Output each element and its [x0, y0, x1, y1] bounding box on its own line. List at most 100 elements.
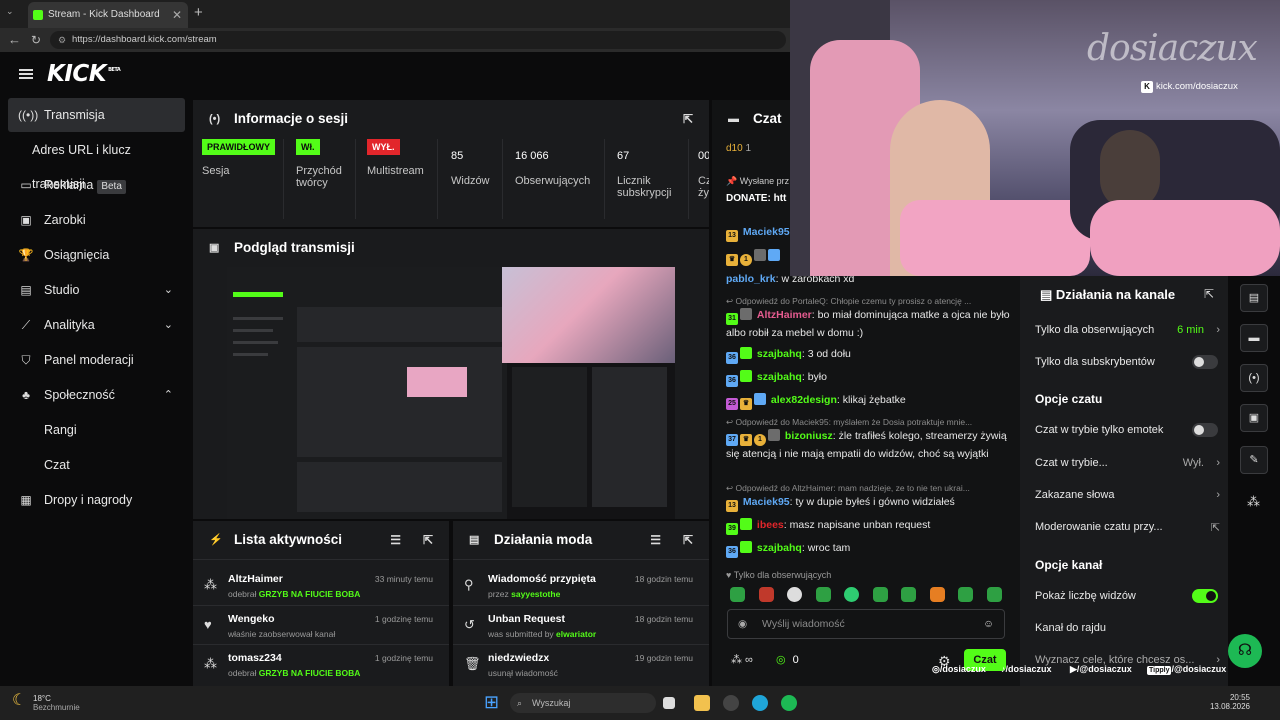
- headset-icon[interactable]: ☊: [1228, 634, 1262, 668]
- reload-icon[interactable]: ↻: [31, 33, 41, 47]
- top-gifter[interactable]: d10 1: [726, 143, 751, 154]
- mod-action-row[interactable]: ↺ Unban Request 18 godzin temu was submi…: [453, 609, 709, 647]
- popout-icon[interactable]: ⇱: [1204, 287, 1214, 301]
- emotes-only-toggle[interactable]: [1192, 423, 1218, 437]
- site-info-icon[interactable]: ⚙: [58, 31, 66, 49]
- chat-message-input[interactable]: ◉ Wyślij wiadomość ☺: [727, 609, 1005, 639]
- chat-username[interactable]: Maciek95: [743, 226, 790, 238]
- chat-username[interactable]: szajbahq: [757, 371, 802, 383]
- weather-widget[interactable]: 18°C Bezchmurnie: [33, 694, 80, 712]
- sidebar-item-rangi[interactable]: Rangi: [8, 413, 185, 447]
- back-icon[interactable]: ←: [8, 32, 21, 47]
- drop-icon[interactable]: ⁂ ∞: [731, 654, 753, 666]
- emote-icon[interactable]: [930, 587, 945, 602]
- chat-settings-icon[interactable]: ◉: [738, 610, 747, 638]
- sidebar-item-osiagniecia[interactable]: 🏆 Osiągnięcia: [8, 238, 185, 272]
- chat-message[interactable]: 39 ibees: masz napisane unban request: [726, 517, 1016, 535]
- emote-icon[interactable]: [873, 587, 888, 602]
- mod-action-row[interactable]: ⚲ Wiadomość przypięta 18 godzin temu prz…: [453, 569, 709, 607]
- spotify-icon[interactable]: [781, 695, 797, 711]
- subs-only-setting[interactable]: Tylko dla subskrybentów: [1035, 355, 1220, 369]
- chat-username[interactable]: szajbahq: [757, 348, 802, 360]
- sidebar-item-studio[interactable]: ▤ Studio ⌄: [8, 273, 185, 307]
- show-viewers-setting[interactable]: Pokaż liczbę widzów: [1035, 589, 1220, 603]
- mod-action-row[interactable]: 🗑 niedzwiedzx 19 godzin temu usunął wiad…: [453, 648, 709, 686]
- chat-bubble-icon[interactable]: ▬: [1240, 324, 1268, 352]
- sidebar-item-czat[interactable]: Czat: [8, 448, 185, 482]
- show-viewers-toggle[interactable]: [1192, 589, 1218, 603]
- chat-username[interactable]: pablo_krk: [726, 273, 776, 285]
- chat-message[interactable]: 36 szajbahq: było: [726, 369, 1016, 387]
- sidebar-item-reklama[interactable]: ▭ Reklama Beta: [8, 168, 185, 202]
- chat-message[interactable]: 36 szajbahq: 3 od dołu: [726, 346, 1016, 364]
- chat-message[interactable]: 37 ♛ 1 bizoniusz: żle trafiłeś kolego, str…: [726, 428, 1016, 462]
- file-explorer-icon[interactable]: [694, 695, 710, 711]
- emote-icon[interactable]: [759, 587, 774, 602]
- emote-icon[interactable]: [787, 587, 802, 602]
- sidebar-item-spolecznosc[interactable]: ♣ Społeczność ⌃: [8, 378, 185, 412]
- windows-start-icon[interactable]: ⊞: [484, 692, 499, 713]
- emote-icon[interactable]: [958, 587, 973, 602]
- app-icon[interactable]: [723, 695, 739, 711]
- popout-icon[interactable]: ⇱: [683, 100, 693, 138]
- chat-username[interactable]: ibees: [757, 519, 784, 531]
- address-bar[interactable]: ⚙ https://dashboard.kick.com/stream: [50, 31, 786, 49]
- chat-message[interactable]: 31 AltzHaimer: bo miał dominująca matke …: [726, 307, 1016, 341]
- activity-row[interactable]: ⁂ tomasz234 1 godzinę temu odebrał GRZYB…: [193, 648, 449, 686]
- emote-icon[interactable]: [901, 587, 916, 602]
- banned-words-setting[interactable]: Zakazane słowa ›: [1035, 489, 1220, 501]
- popout-icon[interactable]: ⇱: [683, 521, 693, 559]
- chat-message[interactable]: 13 Maciek95: ty w dupie byłeś i gówno wi…: [726, 494, 1016, 512]
- chat-message[interactable]: 36 szajbahq: wroc tam: [726, 540, 1016, 558]
- reply-context[interactable]: ↩ Odpowiedź do AltzHaimer: mam nadzieje,…: [726, 483, 1016, 494]
- chat-username[interactable]: bizoniusz: [785, 430, 833, 442]
- sidebar-item-zarobki[interactable]: ▣ Zarobki: [8, 203, 185, 237]
- sidebar-item-panel-moderacji[interactable]: ⛉ Panel moderacji: [8, 343, 185, 377]
- sidebar-item-stream-key[interactable]: Adres URL i klucz transmisji: [8, 133, 185, 191]
- reply-context[interactable]: ↩ Odpowiedź do Maciek95: myślałem że Dos…: [726, 417, 1016, 428]
- browser-tab[interactable]: Stream - Kick Dashboard ✕: [28, 2, 188, 28]
- menu-icon[interactable]: [19, 69, 33, 79]
- kick-points-icon[interactable]: ◎: [776, 654, 786, 666]
- activity-row[interactable]: ⁂ AltzHaimer 33 minuty temu odebrał GRZY…: [193, 569, 449, 607]
- edge-icon[interactable]: [752, 695, 768, 711]
- reply-context[interactable]: ↩ Odpowiedź do PortaleQ: Chłopie czemu t…: [726, 296, 1016, 307]
- stream-preview-video[interactable]: [227, 267, 675, 519]
- chat-message[interactable]: 13 Maciek95: [726, 226, 790, 242]
- close-tab-icon[interactable]: ✕: [172, 2, 182, 28]
- chat-username[interactable]: AltzHaimer: [757, 309, 812, 321]
- emote-icon[interactable]: [987, 587, 1002, 602]
- tab-list-chevron-icon[interactable]: ⌄: [6, 6, 14, 17]
- drop-icon[interactable]: ⁂: [1247, 494, 1260, 510]
- emotes-only-setting[interactable]: Czat w trybie tylko emotek: [1035, 423, 1220, 437]
- task-view-icon[interactable]: [663, 697, 675, 709]
- chat-username[interactable]: szajbahq: [757, 542, 802, 554]
- popout-icon[interactable]: ⇱: [423, 521, 433, 559]
- chat-username[interactable]: Maciek95: [743, 496, 790, 508]
- chat-username[interactable]: alex82design: [771, 394, 837, 406]
- emote-icon[interactable]: [730, 587, 745, 602]
- chat-message[interactable]: 25 ♛ alex82design: klikaj żębatke: [726, 392, 1016, 410]
- pinned-message[interactable]: 📌 Wysłane prz DONATE: htt: [726, 176, 789, 204]
- sidebar-item-analityka[interactable]: ⟋ Analityka ⌄: [8, 308, 185, 342]
- subs-only-toggle[interactable]: [1192, 355, 1218, 369]
- studio-icon[interactable]: ▣: [1240, 404, 1268, 432]
- emote-icon[interactable]: [816, 587, 831, 602]
- raid-setting[interactable]: Kanał do rajdu: [1035, 622, 1220, 634]
- taskbar-search[interactable]: ⌕ Wyszukaj: [510, 693, 656, 713]
- chat-mode-setting[interactable]: Czat w trybie... Wył. ›: [1035, 457, 1220, 469]
- weather-icon[interactable]: ☾: [12, 690, 26, 710]
- kick-logo[interactable]: KICK BETA: [47, 61, 121, 87]
- filter-icon[interactable]: ☰: [390, 521, 401, 559]
- moderation-setting[interactable]: Moderowanie czatu przy... ⇱: [1035, 521, 1220, 534]
- clipboard-icon[interactable]: ▤: [1240, 284, 1268, 312]
- activity-row[interactable]: ♥ Wengeko 1 godzinę temu właśnie zaobser…: [193, 609, 449, 647]
- taskbar-clock[interactable]: 20:55 13.08.2026: [1210, 693, 1250, 711]
- wrench-icon[interactable]: ✎: [1240, 446, 1268, 474]
- emote-icon[interactable]: [844, 587, 859, 602]
- sidebar-item-dropy[interactable]: ▦ Dropy i nagrody: [8, 483, 185, 517]
- broadcast-icon[interactable]: (•): [1240, 364, 1268, 392]
- filter-icon[interactable]: ☰: [650, 521, 661, 559]
- followers-only-setting[interactable]: Tylko dla obserwujących 6 min ›: [1035, 324, 1220, 336]
- sidebar-item-transmisja[interactable]: ((•)) Transmisja: [8, 98, 185, 132]
